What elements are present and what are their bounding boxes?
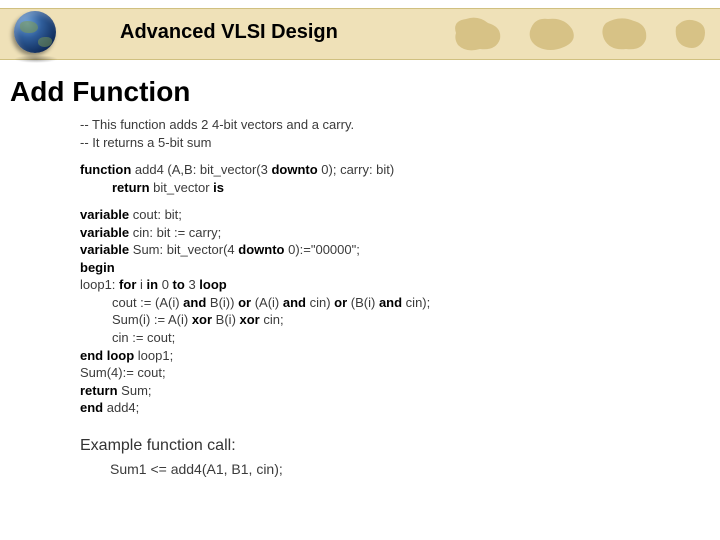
globe-shadow [14,55,58,63]
code-line: loop1: for i in 0 to 3 loop [80,276,720,294]
code-line: end loop loop1; [80,347,720,365]
code-line: -- This function adds 2 4-bit vectors an… [80,116,720,134]
code-line: cout := (A(i) and B(i)) or (A(i) and cin… [112,294,720,312]
code-line: variable cout: bit; [80,206,720,224]
code-line: -- It returns a 5-bit sum [80,134,720,152]
example-call: Sum1 <= add4(A1, B1, cin); [110,461,720,477]
code-block: -- This function adds 2 4-bit vectors an… [80,116,720,417]
code-line: return Sum; [80,382,720,400]
slide-title: Add Function [10,76,720,108]
code-line: return bit_vector is [112,179,720,197]
code-line: function add4 (A,B: bit_vector(3 downto … [80,161,720,179]
code-line: variable Sum: bit_vector(4 downto 0):="0… [80,241,720,259]
globe-icon [14,11,60,57]
code-line: variable cin: bit := carry; [80,224,720,242]
example-label: Example function call: [80,437,720,455]
code-line: cin := cout; [112,329,720,347]
course-title: Advanced VLSI Design [120,21,338,44]
slide-header: Advanced VLSI Design [0,8,720,60]
code-line: Sum(4):= cout; [80,364,720,382]
code-line: Sum(i) := A(i) xor B(i) xor cin; [112,311,720,329]
header-map-decor [430,9,720,59]
code-line: end add4; [80,399,720,417]
code-line: begin [80,259,720,277]
